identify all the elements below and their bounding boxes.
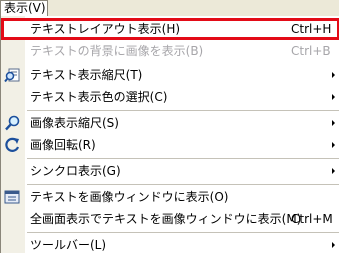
- menu-separator: [27, 232, 339, 233]
- menu-item-label: テキストの背景に画像を表示(B): [30, 44, 204, 58]
- menu-item-label: テキスト表示色の選択(C): [30, 90, 168, 104]
- submenu-arrow-icon: [332, 72, 335, 78]
- menu-item-text-zoom[interactable]: テキスト表示縮尺(T): [1, 64, 339, 86]
- menu-bar: 表示(V): [0, 0, 339, 16]
- menu-item-shortcut: Ctrl+M: [291, 212, 333, 226]
- view-dropdown-menu: テキストレイアウト表示(H) Ctrl+H テキストの背景に画像を表示(B) C…: [0, 16, 339, 253]
- menu-item-fullscreen-text[interactable]: 全画面表示でテキストを画像ウィンドウに表示(M) Ctrl+M: [1, 208, 339, 230]
- menu-item-label: 画像表示縮尺(S): [30, 116, 119, 130]
- menu-item-text-color[interactable]: テキスト表示色の選択(C): [1, 86, 339, 108]
- text-window-icon: [4, 189, 21, 205]
- zoom-text-icon: [4, 67, 21, 83]
- menu-item-shortcut: Ctrl+H: [291, 22, 332, 36]
- menu-item-shortcut: Ctrl+B: [291, 44, 331, 58]
- view-menu[interactable]: 表示(V): [0, 0, 48, 16]
- menu-item-label: シンクロ表示(G): [30, 164, 121, 178]
- menu-separator: [27, 110, 339, 111]
- magnifier-icon: [4, 115, 21, 131]
- submenu-arrow-icon: [332, 94, 335, 100]
- menu-item-label: 全画面表示でテキストを画像ウィンドウに表示(M): [30, 212, 302, 226]
- menu-separator: [27, 158, 339, 159]
- menu-item-image-background[interactable]: テキストの背景に画像を表示(B) Ctrl+B: [1, 40, 339, 62]
- menu-item-label: テキストレイアウト表示(H): [30, 22, 181, 36]
- menu-item-label: テキスト表示縮尺(T): [30, 68, 143, 82]
- menu-separator: [27, 184, 339, 185]
- rotate-icon: [4, 137, 21, 153]
- menu-item-sync-display[interactable]: シンクロ表示(G): [1, 160, 339, 182]
- menu-item-text-in-image-window[interactable]: テキストを画像ウィンドウに表示(O): [1, 186, 339, 208]
- menu-item-image-rotate[interactable]: 画像回転(R): [1, 134, 339, 156]
- menu-item-label: テキストを画像ウィンドウに表示(O): [30, 190, 229, 204]
- menu-item-text-layout[interactable]: テキストレイアウト表示(H) Ctrl+H: [1, 18, 339, 40]
- submenu-arrow-icon: [332, 120, 335, 126]
- submenu-arrow-icon: [332, 142, 335, 148]
- menu-item-label: 画像回転(R): [30, 138, 96, 152]
- menu-item-image-zoom[interactable]: 画像表示縮尺(S): [1, 112, 339, 134]
- submenu-arrow-icon: [332, 168, 335, 174]
- submenu-arrow-icon: [332, 242, 335, 248]
